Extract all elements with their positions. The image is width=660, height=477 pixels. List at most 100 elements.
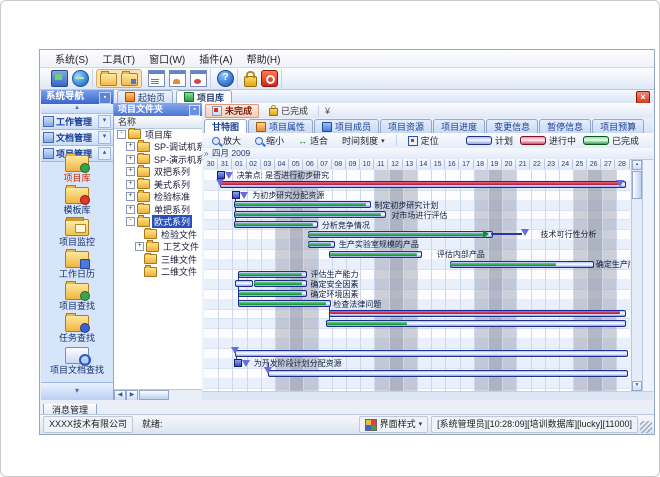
tree-row[interactable]: +检验标准 [114,191,202,204]
lock-icon[interactable] [244,76,257,87]
day-cell[interactable]: 16 [445,159,459,169]
day-cell[interactable]: 22 [530,159,544,169]
window-schedule-icon[interactable] [148,70,165,87]
gantt-task-bar[interactable] [220,182,618,185]
sidebar-item[interactable]: 项目监控 [41,217,113,249]
gantt-milestone[interactable] [232,191,240,199]
day-cell[interactable]: 09 [346,159,360,169]
gantt-task-bar[interactable] [235,280,253,287]
day-cell[interactable]: 27 [601,159,615,169]
tree-expander-icon[interactable]: + [126,180,135,189]
scroll-thumb[interactable] [139,390,169,400]
gantt-task-bar[interactable] [308,233,485,236]
day-cell[interactable]: 17 [459,159,473,169]
filter-tab[interactable]: 未完成 [205,104,259,118]
vertical-scroll-thumb[interactable] [632,171,642,199]
gantt-task-bar[interactable] [308,243,331,246]
day-cell[interactable]: 05 [289,159,303,169]
day-cell[interactable]: 15 [431,159,445,169]
gantt-task-bar[interactable] [491,233,522,235]
tree-expander-icon[interactable]: + [126,155,135,164]
day-cell[interactable]: 02 [247,159,261,169]
gantt-task-bar[interactable] [235,213,382,216]
tab-inactive[interactable]: 起始页 [117,90,173,103]
menu-item[interactable]: 系统(S) [48,51,95,66]
tree-expander-icon[interactable]: - [126,217,135,226]
gantt-task-bar[interactable] [239,273,302,276]
window-refresh-icon[interactable] [190,70,207,87]
day-cell[interactable]: 24 [559,159,573,169]
globe-icon[interactable] [72,70,89,87]
tree-expander-icon[interactable]: + [126,192,135,201]
scroll-right-icon[interactable]: ▶ [126,390,138,401]
tree-expander-icon[interactable]: + [135,242,144,251]
day-cell[interactable]: 21 [516,159,530,169]
gantt-task-bar[interactable] [235,223,314,226]
day-cell[interactable]: 14 [417,159,431,169]
subtab-项目资源[interactable]: 项目资源 [380,119,432,133]
day-cell[interactable]: 07 [318,159,332,169]
zoom-in-button[interactable]: 放大 [206,133,247,148]
gantt-task-bar[interactable] [268,370,628,377]
sidebar-item[interactable]: 项目查找 [41,281,113,313]
scroll-left-icon[interactable]: ◀ [114,390,126,401]
subtab-甘特图[interactable]: 甘特图 [204,119,247,133]
tree-row[interactable]: +工艺文件 [114,241,202,254]
subtab-项目进度[interactable]: 项目进度 [433,119,485,133]
gantt-milestone[interactable] [217,171,225,179]
day-cell[interactable]: 19 [488,159,502,169]
gantt-milestone[interactable] [234,359,242,367]
sidebar-item[interactable]: 模板库 [41,185,113,217]
day-cell[interactable]: 28 [615,159,629,169]
subtab-项目成员[interactable]: 项目成员 [314,119,379,133]
day-cell[interactable]: 03 [261,159,275,169]
subtab-暂停信息[interactable]: 暂停信息 [539,119,591,133]
sidebar-item[interactable]: 项目库 [41,153,113,185]
day-cell[interactable]: 04 [275,159,289,169]
subtab-项目预算[interactable]: 项目预算 [592,119,644,133]
sidebar-item[interactable]: 项目文档查找 [41,345,113,377]
menu-item[interactable]: 插件(A) [192,51,239,66]
sidebar-section[interactable]: 工作管理▾ [41,114,113,130]
gantt-task-bar[interactable] [254,282,302,285]
time-scale-button[interactable]: 时间刻度▾ [336,133,391,148]
sidebar-section[interactable]: 文档管理▾ [41,130,113,146]
gantt-task-bar[interactable] [450,263,556,266]
day-cell[interactable]: 08 [332,159,346,169]
folder-chart-icon[interactable] [121,73,138,86]
day-cell[interactable]: 12 [388,159,402,169]
help-icon[interactable]: ? [217,70,234,87]
chevron-down-icon[interactable]: ▾ [98,131,111,144]
tree-expander-icon[interactable]: + [126,142,135,151]
tree-row[interactable]: +SP-演示机系 [114,153,202,166]
sidebar-item[interactable]: 工作日历 [41,249,113,281]
interface-style-button[interactable]: 界面样式 ▾ [359,416,429,433]
filter-tab[interactable]: 已完成 [263,105,314,117]
tree-row[interactable]: +SP-调试机系 [114,141,202,154]
resize-grip[interactable] [640,421,652,433]
gantt-task-bar[interactable] [330,253,417,256]
gantt-task-bar[interactable] [327,322,407,325]
window-users-icon[interactable] [169,70,186,87]
tree-row[interactable]: +单把系列 [114,203,202,216]
gantt-task-bar[interactable] [330,311,620,314]
sidebar-collapse-button[interactable]: ▴ [41,104,113,114]
fit-button[interactable]: ↔适合 [292,133,334,148]
filter-extra[interactable]: ¥ [318,106,330,116]
vertical-scrollbar[interactable]: ▴ ▼ [631,159,643,392]
chevron-down-icon[interactable]: ▾ [98,115,111,128]
day-cell[interactable]: 25 [573,159,587,169]
sidebar-bottom-collapse[interactable]: ▾ [41,382,113,400]
exit-icon[interactable] [261,70,278,87]
day-cell[interactable]: 20 [502,159,516,169]
day-cell[interactable]: 18 [474,159,488,169]
tree-row[interactable]: -欧式系列 [114,216,202,229]
zoom-out-button[interactable]: 缩小 [249,133,290,148]
tree-expander-icon[interactable]: + [126,205,135,214]
tree-row[interactable]: +双把系列 [114,166,202,179]
day-cell[interactable]: 01 [232,159,246,169]
gantt-task-bar[interactable] [239,292,302,295]
menu-item[interactable]: 窗口(W) [142,51,192,66]
scroll-up-icon[interactable]: ▴ [632,160,642,170]
tree-row[interactable]: -项目库 [114,128,202,141]
